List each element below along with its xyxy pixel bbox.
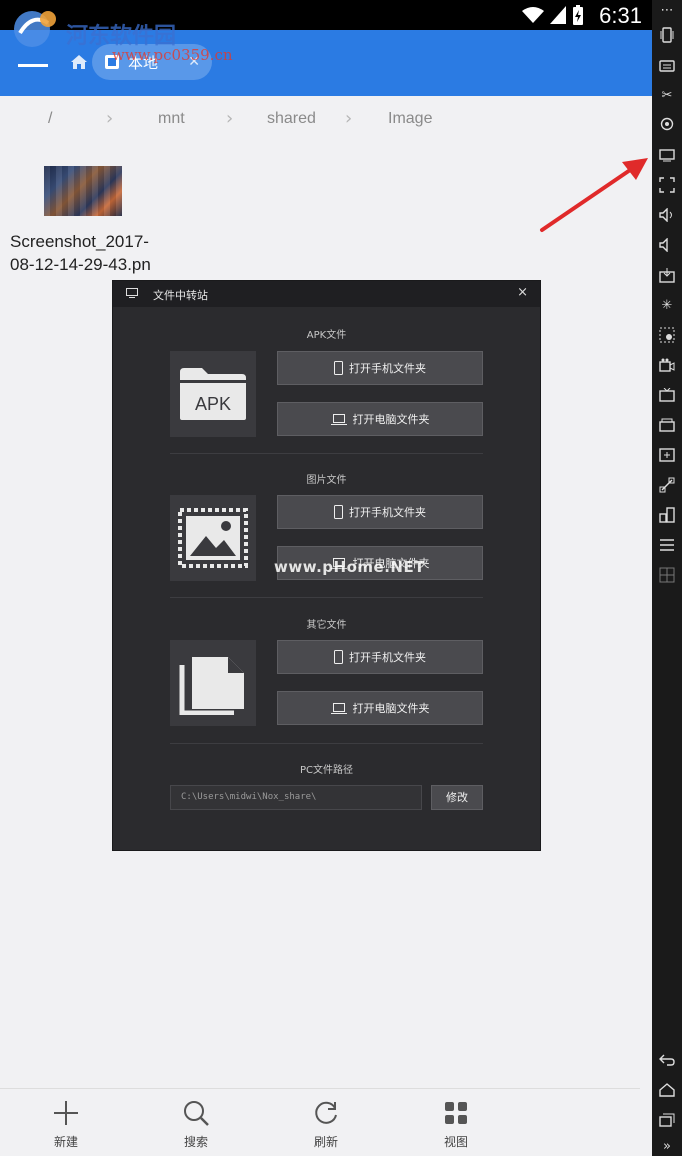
- volume-up-icon[interactable]: [657, 205, 677, 225]
- hamburger-icon: [18, 64, 48, 67]
- files-icon: [170, 640, 256, 726]
- breadcrumb-mnt[interactable]: mnt: [158, 110, 185, 128]
- location-icon[interactable]: [657, 115, 677, 135]
- plus-icon: [54, 1101, 78, 1125]
- chevron-right-icon: ›: [345, 108, 353, 129]
- tv-icon[interactable]: [657, 385, 677, 405]
- more-icon[interactable]: ⋯: [657, 0, 677, 20]
- multi-instance-icon[interactable]: [657, 565, 677, 585]
- annotation-arrow: [540, 158, 648, 232]
- keyboard-icon[interactable]: [657, 55, 677, 75]
- apk-open-phone-folder-button[interactable]: 打开手机文件夹: [277, 351, 483, 385]
- status-icons: [522, 5, 584, 25]
- bottom-toolbar: 新建 搜索 刷新 视图: [0, 1088, 640, 1156]
- button-label: 打开电脑文件夹: [352, 702, 430, 715]
- home-icon[interactable]: [70, 54, 88, 70]
- file-transfer-icon[interactable]: [657, 145, 677, 165]
- other-open-phone-folder-button[interactable]: 打开手机文件夹: [277, 640, 483, 674]
- file-name: Screenshot_2017-08-12-14-29-43.pn: [10, 232, 151, 274]
- menu-button[interactable]: [18, 50, 48, 76]
- section-title-image: 图片文件: [306, 475, 347, 486]
- file-thumbnail[interactable]: [44, 166, 122, 216]
- app-store-icon[interactable]: [657, 415, 677, 435]
- apk-open-pc-folder-button[interactable]: 打开电脑文件夹: [277, 402, 483, 436]
- new-button[interactable]: 新建: [36, 1097, 96, 1150]
- refresh-label: 刷新: [313, 1135, 338, 1149]
- back-icon[interactable]: [657, 1050, 677, 1070]
- chevron-right-icon: ›: [106, 108, 114, 129]
- menu-lines-icon[interactable]: [657, 535, 677, 555]
- recent-apps-icon[interactable]: [657, 1110, 677, 1130]
- home-nav-icon[interactable]: [657, 1080, 677, 1100]
- laptop-icon: [330, 413, 347, 425]
- search-label: 搜索: [183, 1135, 208, 1149]
- watermark-url: www.pc0359.cn: [112, 46, 233, 64]
- pc-path-field[interactable]: C:\Users\midwi\Nox_share\: [170, 785, 422, 810]
- image-icon: [170, 495, 256, 581]
- breadcrumb: / › mnt › shared › Image: [0, 96, 652, 146]
- breadcrumb-image[interactable]: Image: [388, 110, 432, 128]
- search-icon: [184, 1101, 209, 1126]
- apps-icon[interactable]: [657, 505, 677, 525]
- fullscreen-icon[interactable]: [657, 175, 677, 195]
- laptop-icon: [330, 702, 347, 714]
- folder-apk-icon: APK: [170, 351, 256, 437]
- refresh-button[interactable]: 刷新: [296, 1097, 356, 1150]
- apk-icon-text: APK: [195, 394, 231, 414]
- image-open-phone-folder-button[interactable]: 打开手机文件夹: [277, 495, 483, 529]
- loading-icon[interactable]: ✳: [657, 295, 677, 315]
- divider: [170, 597, 483, 598]
- dialog-close-icon[interactable]: ×: [517, 285, 528, 300]
- battery-icon: [573, 5, 583, 25]
- phone-icon: [334, 505, 343, 519]
- button-label: 打开电脑文件夹: [352, 413, 430, 426]
- volume-down-icon[interactable]: [657, 235, 677, 255]
- watermark-phome: www.pHome.NET: [274, 558, 425, 576]
- breadcrumb-shared[interactable]: shared: [267, 110, 316, 128]
- signal-icon: [550, 6, 566, 24]
- button-label: 打开手机文件夹: [349, 506, 426, 519]
- site-logo-icon: [14, 11, 56, 47]
- remote-icon[interactable]: [657, 475, 677, 495]
- breadcrumb-root[interactable]: /: [48, 110, 52, 128]
- section-title-other: 其它文件: [306, 620, 347, 631]
- chevron-right-icon: ›: [226, 108, 234, 129]
- edit-path-button[interactable]: 修改: [431, 785, 483, 810]
- phone-icon: [334, 361, 343, 375]
- section-title-apk: APK文件: [306, 330, 347, 341]
- shake-icon[interactable]: [657, 25, 677, 45]
- other-open-pc-folder-button[interactable]: 打开电脑文件夹: [277, 691, 483, 725]
- grid-view-icon: [445, 1102, 467, 1124]
- watermark-logo: 河东软件园: [8, 4, 176, 50]
- multi-select-icon[interactable]: [657, 325, 677, 345]
- expand-icon[interactable]: »: [657, 1136, 677, 1156]
- pc-path-label: PC文件路径: [299, 765, 353, 776]
- scissors-icon[interactable]: ✂: [657, 85, 677, 105]
- search-button[interactable]: 搜索: [166, 1097, 226, 1150]
- refresh-icon: [315, 1101, 337, 1124]
- new-label: 新建: [53, 1135, 78, 1149]
- video-record-icon[interactable]: [657, 355, 677, 375]
- dialog-title: 文件中转站: [153, 289, 208, 302]
- divider: [170, 743, 483, 744]
- status-time: 6:31: [599, 3, 642, 28]
- divider: [170, 453, 483, 454]
- button-label: 打开手机文件夹: [349, 651, 426, 664]
- phone-icon: [334, 650, 343, 664]
- view-label: 视图: [443, 1135, 468, 1149]
- plus-box-icon[interactable]: [657, 445, 677, 465]
- apk-install-icon[interactable]: [657, 265, 677, 285]
- button-label: 打开手机文件夹: [349, 362, 426, 375]
- wifi-icon: [522, 7, 544, 23]
- view-button[interactable]: 视图: [426, 1097, 486, 1150]
- dialog-titlebar[interactable]: 文件中转站 ×: [113, 281, 540, 307]
- monitor-icon: [126, 288, 138, 298]
- emulator-sidebar: ⋯ ✂ ✳ »: [652, 0, 682, 1156]
